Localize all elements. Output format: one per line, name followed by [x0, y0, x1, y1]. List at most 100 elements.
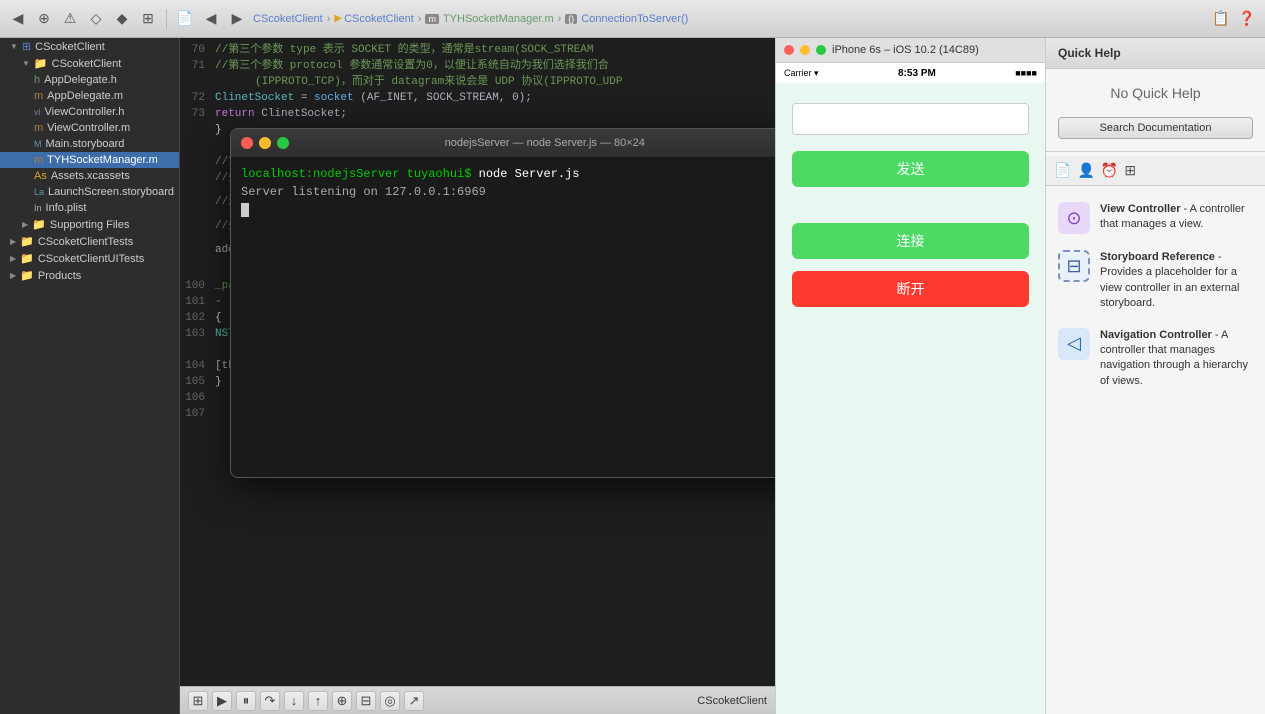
- breakpoint-nav-icon[interactable]: ⊕: [332, 691, 352, 711]
- simulator-panel: iPhone 6s – iOS 10.2 (14C89) Carrier ▾ 8…: [775, 38, 1045, 714]
- breakpoint-icon[interactable]: ◆: [112, 9, 132, 29]
- sidebar-item-appdelegate-m[interactable]: m AppDelegate.m: [0, 88, 179, 104]
- project-icon: ⊞: [22, 40, 31, 53]
- qh-clock-icon[interactable]: ⏰: [1101, 162, 1118, 179]
- sidebar: ▼ ⊞ CScoketClient ▼ 📁 CScoketClient h Ap…: [0, 38, 180, 714]
- triangle-icon-3: ▶: [22, 220, 28, 229]
- step-into-icon[interactable]: ↓: [284, 691, 304, 711]
- sidebar-item-tyh-manager[interactable]: m TYHSocketManager.m: [0, 152, 179, 168]
- terminal-prompt-line: localhost:nodejsServer tuyaohui$ node Se…: [241, 165, 775, 183]
- quick-help-items: ⊙ View Controller - A controller that ma…: [1046, 186, 1265, 714]
- sim-text-input[interactable]: [792, 103, 1029, 135]
- sidebar-item-appdelegate-h[interactable]: h AppDelegate.h: [0, 72, 179, 88]
- sidebar-item-viewcontroller-m[interactable]: m ViewController.m: [0, 120, 179, 136]
- sidebar-item-main-storyboard[interactable]: M Main.storyboard: [0, 136, 179, 152]
- sidebar-item-products[interactable]: ▶ 📁 Products: [0, 267, 179, 284]
- sidebar-item-launch-story[interactable]: La LaunchScreen.storyboard: [0, 184, 179, 200]
- breadcrumb-folder[interactable]: CScoketClient: [344, 13, 414, 25]
- separator-1: [166, 9, 167, 29]
- code-editor[interactable]: 70 //第三个参数 type 表示 SOCKET 的类型，通常是stream(…: [180, 38, 775, 714]
- type-badge-m: m: [425, 14, 439, 24]
- breadcrumb-file[interactable]: TYHSocketManager.m: [443, 13, 554, 25]
- sim-close-dot[interactable]: [784, 45, 794, 55]
- folder-icon-tests: 📁: [20, 235, 34, 248]
- sidebar-item-viewcontroller-h[interactable]: vi ViewController.h: [0, 104, 179, 120]
- warning-icon[interactable]: ⚠: [60, 9, 80, 29]
- simulator-screen: Carrier ▾ 8:53 PM ■■■■ 发送 连接 断开: [776, 63, 1045, 714]
- terminal-content[interactable]: localhost:nodejsServer tuyaohui$ node Se…: [231, 157, 775, 477]
- quick-help-toolbar: 📄 👤 ⏰ ⊞: [1046, 156, 1265, 186]
- sidebar-label-tests: CScoketClientTests: [38, 236, 133, 248]
- terminal-cursor: [241, 203, 249, 217]
- step-over-icon[interactable]: ↷: [260, 691, 280, 711]
- file-icon[interactable]: 📄: [175, 9, 195, 29]
- sidebar-item-assets[interactable]: As Assets.xcassets: [0, 168, 179, 184]
- doc-icon[interactable]: 📋: [1211, 9, 1231, 29]
- sidebar-item-tests[interactable]: ▶ 📁 CScoketClientTests: [0, 233, 179, 250]
- quick-help-no-help: No Quick Help: [1046, 69, 1265, 117]
- search-documentation-button[interactable]: Search Documentation: [1058, 117, 1253, 139]
- code-line-70: 70 //第三个参数 type 表示 SOCKET 的类型，通常是stream(…: [180, 42, 775, 58]
- sim-min-dot[interactable]: [800, 45, 810, 55]
- nav-back[interactable]: ◀: [201, 9, 221, 29]
- folder-icon-assets: As: [34, 170, 47, 182]
- open-quickly[interactable]: ⊕: [34, 9, 54, 29]
- sim-send-button[interactable]: 发送: [792, 151, 1029, 187]
- quick-help-panel: Quick Help No Quick Help Search Document…: [1045, 38, 1265, 714]
- sidebar-item-folder-main[interactable]: ▼ 📁 CScoketClient: [0, 55, 179, 72]
- project-label: CScoketClient: [697, 695, 767, 707]
- sidebar-label-main-story: Main.storyboard: [46, 138, 125, 150]
- sidebar-label-uitests: CScoketClientUITests: [38, 253, 144, 265]
- step-out-icon[interactable]: ↑: [308, 691, 328, 711]
- file-icon-m3: m: [34, 154, 43, 166]
- folder-icon: ▶: [334, 13, 342, 24]
- location-icon[interactable]: ◎: [380, 691, 400, 711]
- file-icon-vi: vi: [34, 107, 41, 117]
- editor-mode-icon[interactable]: ⊞: [188, 691, 208, 711]
- grid-icon[interactable]: ⊞: [138, 9, 158, 29]
- file-icon-story: M: [34, 139, 42, 149]
- code-line-71b: (IPPROTO_TCP)，而对于 datagram来说会是 UDP 协议(IP…: [180, 74, 775, 90]
- file-icon-m1: m: [34, 90, 43, 102]
- qh-item-storyboard-ref: ⊟ Storyboard Reference - Provides a plac…: [1046, 242, 1265, 320]
- help-icon[interactable]: ❓: [1237, 9, 1257, 29]
- terminal-titlebar: nodejsServer — node Server.js — 80×24 ⊡: [231, 129, 775, 157]
- qh-person-icon[interactable]: 👤: [1077, 162, 1094, 179]
- back-button[interactable]: ◀: [8, 9, 28, 29]
- terminal-close-button[interactable]: [241, 137, 253, 149]
- pause-icon[interactable]: ⏸: [236, 691, 256, 711]
- qh-doc-icon[interactable]: 📄: [1054, 162, 1071, 179]
- sidebar-label-folder: CScoketClient: [52, 58, 122, 70]
- nav-forward[interactable]: ▶: [227, 9, 247, 29]
- main-layout: ▼ ⊞ CScoketClient ▼ 📁 CScoketClient h Ap…: [0, 38, 1265, 714]
- sim-app-content: 发送 连接 断开: [776, 83, 1045, 714]
- sidebar-item-supporting[interactable]: ▶ 📁 Supporting Files: [0, 216, 179, 233]
- share-icon[interactable]: ↗: [404, 691, 424, 711]
- qh-vc-icon: ⊙: [1058, 202, 1090, 234]
- simulator-title: iPhone 6s – iOS 10.2 (14C89): [832, 44, 979, 56]
- sim-disconnect-button[interactable]: 断开: [792, 271, 1029, 307]
- triangle-icon-6: ▶: [10, 271, 16, 280]
- breadcrumb-func[interactable]: ConnectionToServer(): [581, 13, 688, 25]
- sidebar-item-uitests[interactable]: ▶ 📁 CScoketClientUITests: [0, 250, 179, 267]
- simulator-header: iPhone 6s – iOS 10.2 (14C89): [776, 38, 1045, 63]
- breadcrumb-project[interactable]: CScoketClient: [253, 13, 323, 25]
- sidebar-item-project[interactable]: ▼ ⊞ CScoketClient: [0, 38, 179, 55]
- terminal-minimize-button[interactable]: [259, 137, 271, 149]
- qh-nc-title: Navigation Controller: [1100, 329, 1212, 341]
- bookmark-icon[interactable]: ◇: [86, 9, 106, 29]
- qh-grid-icon[interactable]: ⊞: [1124, 162, 1136, 179]
- run-icon[interactable]: ▶: [212, 691, 232, 711]
- terminal-window[interactable]: nodejsServer — node Server.js — 80×24 ⊡ …: [230, 128, 775, 478]
- sidebar-label-info: Info.plist: [46, 202, 87, 214]
- code-line-73: 73 return ClinetSocket;: [180, 106, 775, 122]
- terminal-maximize-button[interactable]: [277, 137, 289, 149]
- sim-connect-button[interactable]: 连接: [792, 223, 1029, 259]
- code-line-71: 71 //第三个参数 protocol 参数通常设置为0，以便让系统自动为我们选…: [180, 58, 775, 74]
- qh-item-view-controller: ⊙ View Controller - A controller that ma…: [1046, 194, 1265, 242]
- sidebar-label-project: CScoketClient: [35, 41, 105, 53]
- sim-max-dot[interactable]: [816, 45, 826, 55]
- sidebar-item-info-plist[interactable]: In Info.plist: [0, 200, 179, 216]
- terminal-command: node Server.js: [479, 167, 580, 181]
- split-icon[interactable]: ⊟: [356, 691, 376, 711]
